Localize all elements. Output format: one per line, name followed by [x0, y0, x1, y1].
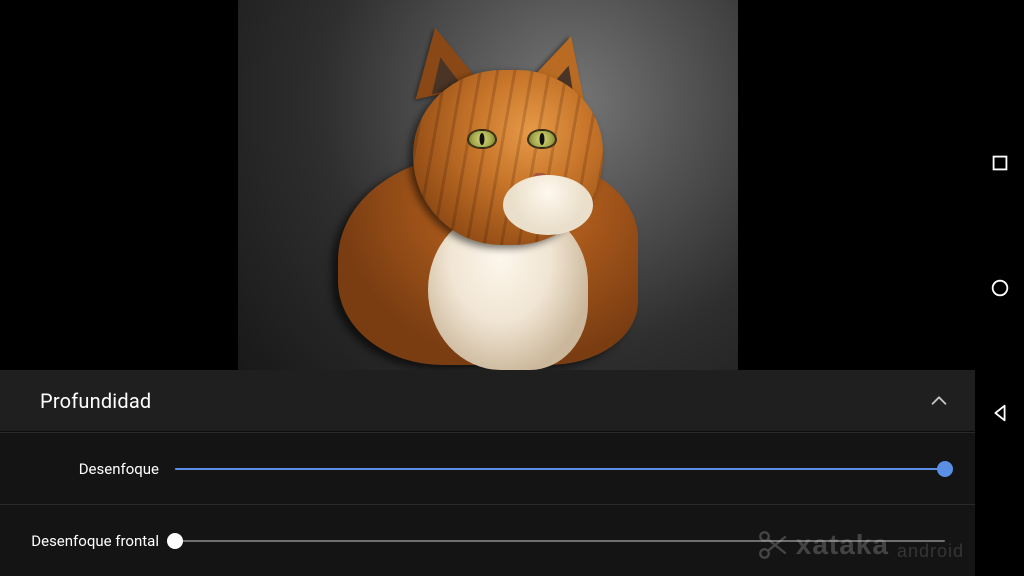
slider-row-desenfoque-frontal: Desenfoque frontal: [0, 504, 975, 576]
app-screen: Profundidad Desenfoque Desenfoque fronta…: [0, 0, 1024, 576]
android-nav-bar: [975, 0, 1024, 576]
panel-title: Profundidad: [40, 389, 151, 413]
image-preview-area[interactable]: [0, 0, 975, 370]
home-button[interactable]: [987, 275, 1013, 301]
depth-controls-panel: Profundidad Desenfoque Desenfoque fronta…: [0, 370, 975, 576]
chevron-up-icon[interactable]: [925, 387, 953, 415]
photo-subject-cat: [318, 35, 658, 365]
slider-row-desenfoque: Desenfoque: [0, 432, 975, 504]
slider-desenfoque[interactable]: [175, 455, 945, 483]
slider-thumb[interactable]: [167, 533, 183, 549]
slider-label: Desenfoque frontal: [0, 532, 175, 550]
slider-fill: [175, 468, 945, 470]
slider-desenfoque-frontal[interactable]: [175, 527, 945, 555]
slider-track: [175, 540, 945, 542]
slider-thumb[interactable]: [937, 461, 953, 477]
photo: [238, 0, 738, 370]
panel-header[interactable]: Profundidad: [0, 370, 975, 432]
slider-label: Desenfoque: [0, 460, 175, 478]
back-button[interactable]: [987, 400, 1013, 426]
recent-apps-button[interactable]: [987, 150, 1013, 176]
